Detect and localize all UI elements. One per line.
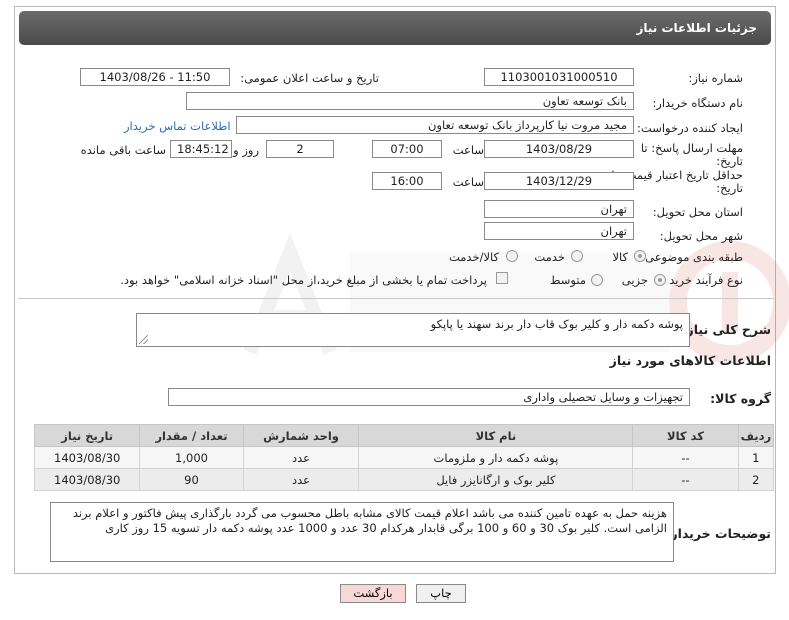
remaining-label: ساعت باقی مانده <box>80 143 166 157</box>
cell-date: 1403/08/30 <box>33 468 141 491</box>
goods-group-label: گروه کالا: <box>710 391 771 406</box>
cell-qty: 1,000 <box>139 446 244 469</box>
price-validity-date-field[interactable]: 1403/12/29 <box>484 172 634 190</box>
col-row: ردیف <box>737 424 775 447</box>
table-row[interactable]: 1 -- پوشه دکمه دار و ملزومات عدد 1,000 1… <box>33 446 775 469</box>
category-radio-goods[interactable] <box>634 250 646 262</box>
col-date: تاریخ نیاز <box>33 424 141 447</box>
goods-info-heading: اطلاعات کالاهای مورد نیاز <box>609 353 771 368</box>
cell-name: کلیر بوک و ارگانایزر فایل <box>358 468 634 491</box>
requester-field[interactable]: مجید مروت نیا کارپرداز بانک توسعه تعاون <box>236 116 634 134</box>
table-row[interactable]: 2 -- کلیر بوک و ارگانایزر فایل عدد 90 14… <box>33 468 775 491</box>
page-title: جزئیات اطلاعات نیاز <box>19 11 771 45</box>
need-description-text: پوشه دکمه دار و کلیر بوک قاب دار برند سه… <box>430 317 683 331</box>
price-validity-time-field[interactable]: 16:00 <box>372 172 442 190</box>
buyer-org-field[interactable]: بانک توسعه تعاون <box>186 92 634 110</box>
buyer-org-label: نام دستگاه خریدار: <box>652 96 743 110</box>
col-unit: واحد شمارش <box>242 424 360 447</box>
cell-row: 1 <box>737 446 775 469</box>
remaining-days-field: 2 <box>266 140 334 158</box>
process-option-minor: جزیی <box>621 273 648 287</box>
goods-table: ردیف کد کالا نام کالا واحد شمارش تعداد /… <box>33 424 775 491</box>
category-radio-service[interactable] <box>571 250 583 262</box>
category-option-service: خدمت <box>534 250 565 264</box>
cell-date: 1403/08/30 <box>33 446 141 469</box>
requester-label: ایجاد کننده درخواست: <box>637 121 743 135</box>
category-option-goods-service: کالا/خدمت <box>448 250 499 264</box>
days-label: روز و <box>233 143 259 157</box>
process-radio-medium[interactable] <box>591 274 603 286</box>
need-description-field[interactable]: پوشه دکمه دار و کلیر بوک قاب دار برند سه… <box>136 313 690 347</box>
process-option-medium: متوسط <box>549 273 586 287</box>
response-date-field[interactable]: 1403/08/29 <box>484 140 634 158</box>
delivery-province-label: استان محل تحویل: <box>652 205 743 219</box>
announce-datetime-field[interactable]: 1403/08/26 - 11:50 <box>80 68 230 86</box>
resize-grip-icon[interactable] <box>139 335 148 344</box>
col-name: نام کالا <box>358 424 634 447</box>
treasury-payment-checkbox[interactable] <box>496 272 508 284</box>
col-qty: تعداد / مقدار <box>139 424 244 447</box>
buyer-notes-label: توضیحات خریدار: <box>665 526 771 541</box>
buyer-notes-field[interactable]: هزینه حمل به عهده تامین کننده می باشد اع… <box>50 502 674 562</box>
remaining-time-field: 18:45:12 <box>170 140 232 158</box>
response-time-field[interactable]: 07:00 <box>372 140 442 158</box>
cell-row: 2 <box>737 468 775 491</box>
cell-code: -- <box>632 446 739 469</box>
category-label: طبقه بندی موضوعی: <box>641 250 743 264</box>
response-time-label: ساعت <box>452 143 484 157</box>
buyer-contact-link[interactable]: اطلاعات تماس خریدار <box>124 119 231 133</box>
section-divider <box>18 298 774 299</box>
response-deadline-label-2: تاریخ: <box>716 154 743 168</box>
price-validity-time-label: ساعت <box>452 175 484 189</box>
goods-group-field[interactable]: تجهیزات و وسایل تحصیلی واداری <box>168 388 690 406</box>
announce-datetime-label: تاریخ و ساعت اعلان عمومی: <box>240 71 379 85</box>
need-description-label: شرح کلی نیاز: <box>681 322 771 337</box>
delivery-city-field[interactable]: تهران <box>484 222 634 240</box>
buyer-notes-text: هزینه حمل به عهده تامین کننده می باشد اع… <box>72 506 667 535</box>
cell-unit: عدد <box>242 468 360 491</box>
need-number-label: شماره نیاز: <box>688 71 743 85</box>
back-button[interactable]: بازگشت <box>340 584 406 603</box>
table-header-row: ردیف کد کالا نام کالا واحد شمارش تعداد /… <box>33 424 775 447</box>
cell-code: -- <box>632 468 739 491</box>
purchase-process-label: نوع فرآیند خرید : <box>661 273 743 287</box>
delivery-city-label: شهر محل تحویل: <box>659 229 743 243</box>
process-radio-minor[interactable] <box>654 274 666 286</box>
cell-name: پوشه دکمه دار و ملزومات <box>358 446 634 469</box>
delivery-province-field[interactable]: تهران <box>484 200 634 218</box>
cell-unit: عدد <box>242 446 360 469</box>
category-option-goods: کالا <box>612 250 628 264</box>
treasury-payment-note: پرداخت تمام یا بخشی از مبلغ خرید،از محل … <box>120 273 487 287</box>
cell-qty: 90 <box>139 468 244 491</box>
price-validity-label-2: تاریخ: <box>716 181 743 195</box>
category-radio-goods-service[interactable] <box>506 250 518 262</box>
response-deadline-label: مهلت ارسال پاسخ: تا <box>640 141 743 155</box>
print-button[interactable]: چاپ <box>416 584 466 603</box>
col-code: کد کالا <box>632 424 739 447</box>
need-number-field[interactable]: 1103001031000510 <box>484 68 634 86</box>
